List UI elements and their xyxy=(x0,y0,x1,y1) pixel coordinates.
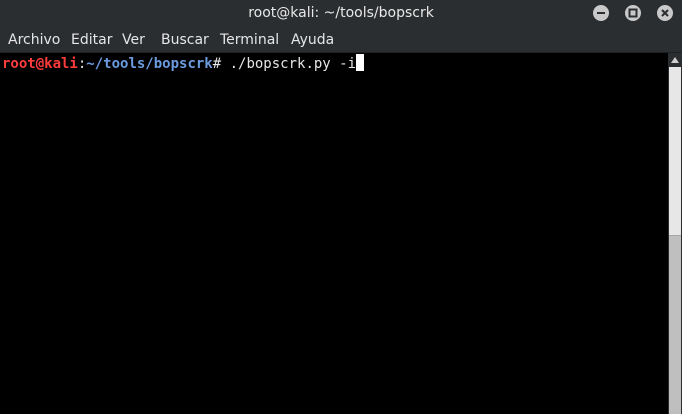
scroll-up-arrow-icon[interactable] xyxy=(668,53,682,67)
command-text: ./bopscrk.py -i xyxy=(229,56,357,72)
menu-terminal[interactable]: Terminal xyxy=(220,27,279,53)
prompt-user: root@kali xyxy=(2,56,78,72)
terminal-window: root@kali: ~/tools/bopscrk Archivo Edita… xyxy=(0,0,682,414)
prompt-symbol: # xyxy=(212,56,230,72)
command-line: root@kali:~/tools/bopscrk# ./bopscrk.py … xyxy=(2,54,365,74)
vertical-scrollbar[interactable] xyxy=(668,53,682,414)
menu-ayuda[interactable]: Ayuda xyxy=(291,27,334,53)
menu-bar: Archivo Editar Ver Buscar Terminal Ayuda xyxy=(0,27,682,53)
close-button[interactable] xyxy=(657,5,673,21)
prompt-path: ~/tools/bopscrk xyxy=(86,56,213,72)
menu-archivo[interactable]: Archivo xyxy=(8,27,60,53)
menu-buscar[interactable]: Buscar xyxy=(161,27,209,53)
menu-ver[interactable]: Ver xyxy=(122,27,145,53)
maximize-button[interactable] xyxy=(625,5,641,21)
close-icon xyxy=(661,9,669,17)
window-title: root@kali: ~/tools/bopscrk xyxy=(248,5,434,21)
title-bar[interactable]: root@kali: ~/tools/bopscrk xyxy=(0,0,682,27)
menu-editar[interactable]: Editar xyxy=(71,27,112,53)
terminal-area[interactable]: root@kali:~/tools/bopscrk# ./bopscrk.py … xyxy=(0,53,668,414)
minimize-button[interactable] xyxy=(593,5,609,21)
scroll-thumb[interactable] xyxy=(669,235,681,414)
maximize-icon xyxy=(628,8,638,18)
minimize-icon xyxy=(597,12,605,14)
text-cursor xyxy=(356,54,365,71)
